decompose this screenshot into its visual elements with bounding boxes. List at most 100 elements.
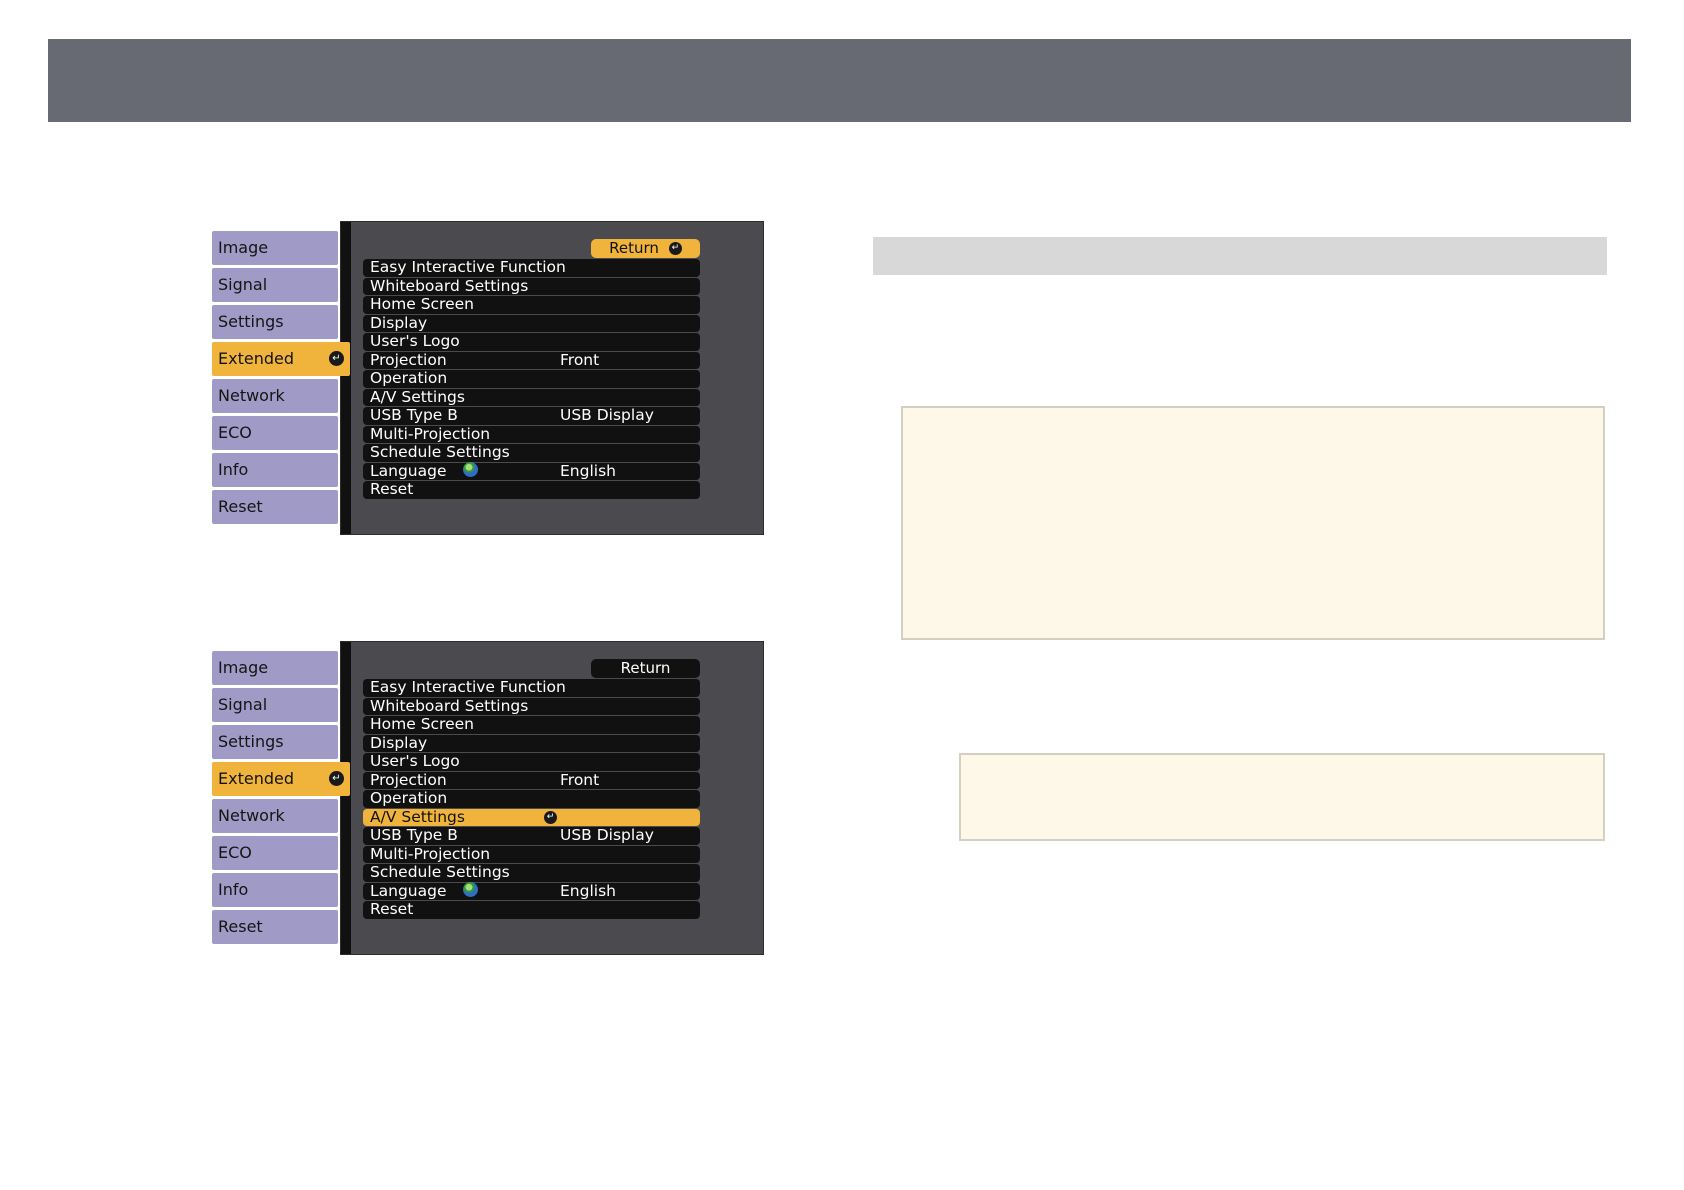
tab-reset[interactable]: Reset [212,490,338,524]
tab-extended[interactable]: Extended [212,342,350,376]
item-label: Schedule Settings [370,863,510,881]
menu-item-schedule-settings[interactable]: Schedule Settings [363,443,700,462]
item-label: User's Logo [370,752,460,770]
tab-reset[interactable]: Reset [212,910,338,944]
item-label: USB Type B [370,406,458,424]
menu-item-multi-projection[interactable]: Multi-Projection [363,424,700,443]
extended-menu-panel: Return Easy Interactive Function Whitebo… [340,641,764,955]
tab-settings-label: Settings [218,732,284,751]
item-value: Front [560,350,600,369]
item-label: Easy Interactive Function [370,258,566,276]
panel-stripe [341,642,351,954]
item-value: English [560,881,616,900]
tab-eco-label: ECO [218,843,252,862]
menu-item-reset[interactable]: Reset [363,900,700,919]
item-label: Easy Interactive Function [370,678,566,696]
menu-item-language[interactable]: Language English [363,881,700,900]
tab-network-label: Network [218,806,285,825]
item-label: Reset [370,480,414,498]
tab-extended[interactable]: Extended [212,762,350,796]
item-value: USB Display [560,406,654,424]
tab-info-label: Info [218,880,249,899]
item-value: USB Display [560,826,654,844]
menu-item-whiteboard-settings[interactable]: Whiteboard Settings [363,276,700,295]
tab-info[interactable]: Info [212,873,338,907]
tab-settings[interactable]: Settings [212,305,338,339]
tab-settings-label: Settings [218,312,284,331]
tab-eco[interactable]: ECO [212,836,338,870]
item-label: A/V Settings [370,387,465,406]
section-heading-bar [873,237,1607,275]
item-label: Language [370,461,447,480]
globe-icon [462,462,478,477]
tab-info-label: Info [218,460,249,479]
item-label: Whiteboard Settings [370,276,529,295]
tab-eco[interactable]: ECO [212,416,338,450]
tab-image[interactable]: Image [212,651,338,685]
item-label: Operation [370,789,448,807]
menu-item-language[interactable]: Language English [363,461,700,480]
return-label: Return [609,239,659,257]
tab-signal[interactable]: Signal [212,268,338,302]
tab-network[interactable]: Network [212,799,338,833]
menu-item-easy-interactive-function[interactable]: Easy Interactive Function [363,678,700,697]
menu-item-whiteboard-settings[interactable]: Whiteboard Settings [363,696,700,715]
menu-items: Easy Interactive Function Whiteboard Set… [363,678,700,920]
item-label: Home Screen [370,715,474,733]
menu-item-projection[interactable]: Projection Front [363,350,700,369]
menu-tabs: Image Signal Settings Extended Network E… [212,651,350,947]
note-box-small [959,753,1605,841]
menu-items: Easy Interactive Function Whiteboard Set… [363,258,700,500]
osd-menu-extended-return: Image Signal Settings Extended Network E… [212,221,764,537]
item-label: A/V Settings [370,807,465,826]
extended-menu-panel: Return Easy Interactive Function Whitebo… [340,221,764,535]
tab-signal-label: Signal [218,695,268,714]
item-value: English [560,461,616,480]
menu-item-users-logo[interactable]: User's Logo [363,332,700,351]
menu-item-display[interactable]: Display [363,313,700,332]
item-label: USB Type B [370,826,458,844]
menu-item-schedule-settings[interactable]: Schedule Settings [363,863,700,882]
note-box [901,406,1605,640]
tab-extended-label: Extended [218,769,294,788]
return-label: Return [620,659,671,677]
tab-settings[interactable]: Settings [212,725,338,759]
menu-item-home-screen[interactable]: Home Screen [363,715,700,734]
menu-item-usb-type-b[interactable]: USB Type B USB Display [363,406,700,425]
menu-item-av-settings[interactable]: A/V Settings [363,387,700,406]
item-label: Schedule Settings [370,443,510,461]
menu-item-usb-type-b[interactable]: USB Type B USB Display [363,826,700,845]
item-label: Display [370,313,428,332]
item-value: Front [560,770,600,789]
tab-info[interactable]: Info [212,453,338,487]
tab-image[interactable]: Image [212,231,338,265]
return-button[interactable]: Return [591,659,700,678]
menu-item-operation[interactable]: Operation [363,789,700,808]
menu-item-reset[interactable]: Reset [363,480,700,499]
menu-item-display[interactable]: Display [363,734,700,752]
tab-network[interactable]: Network [212,379,338,413]
menu-item-home-screen[interactable]: Home Screen [363,295,700,314]
menu-item-av-settings[interactable]: A/V Settings [363,807,700,826]
menu-item-easy-interactive-function[interactable]: Easy Interactive Function [363,258,700,277]
osd-menu-extended-av-settings: Image Signal Settings Extended Network E… [212,641,764,957]
enter-icon [329,351,344,366]
item-label: Projection [370,350,447,369]
item-label: Multi-Projection [370,424,491,443]
tab-network-label: Network [218,386,285,405]
menu-item-users-logo[interactable]: User's Logo [363,752,700,771]
tab-extended-label: Extended [218,349,294,368]
menu-item-projection[interactable]: Projection Front [363,770,700,789]
tab-eco-label: ECO [218,423,252,442]
tab-reset-label: Reset [218,497,263,516]
menu-tabs: Image Signal Settings Extended Network E… [212,231,350,527]
item-label: Whiteboard Settings [370,696,529,715]
return-button[interactable]: Return [591,239,700,258]
item-label: Projection [370,770,447,789]
menu-item-multi-projection[interactable]: Multi-Projection [363,845,700,863]
menu-item-operation[interactable]: Operation [363,369,700,388]
enter-icon [668,242,682,255]
item-label: Language [370,881,447,900]
item-label: User's Logo [370,332,460,350]
tab-signal[interactable]: Signal [212,688,338,722]
